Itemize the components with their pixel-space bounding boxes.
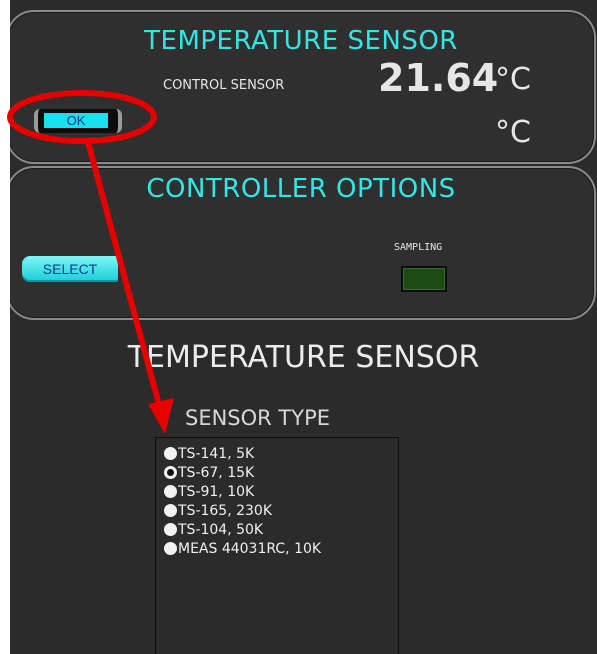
control-sensor-label: CONTROL SENSOR xyxy=(163,78,285,93)
sensor-option[interactable]: TS-165, 230K xyxy=(164,503,272,521)
secondary-unit: °C xyxy=(495,115,531,150)
sensor-option-label: TS-165, 230K xyxy=(178,503,273,519)
sensor-option[interactable]: TS-67, 15K xyxy=(164,465,254,483)
select-button[interactable]: SELECT xyxy=(22,256,118,282)
sensor-type-label: SENSOR TYPE xyxy=(185,406,331,430)
sensor-option[interactable]: TS-141, 5K xyxy=(164,446,254,464)
radio-icon xyxy=(164,523,177,536)
radio-icon xyxy=(164,504,177,517)
sampling-label: SAMPLING xyxy=(394,242,443,253)
sensor-option-label: TS-91, 10K xyxy=(178,484,255,500)
sensor-heading: TEMPERATURE SENSOR xyxy=(127,340,480,375)
sensor-option-label: TS-104, 50K xyxy=(178,522,264,538)
sensor-option-label: TS-141, 5K xyxy=(178,446,255,462)
sampling-indicator xyxy=(401,266,447,292)
hmi-screen: TEMPERATURE SENSOR CONTROL SENSOR 21.64 … xyxy=(10,0,597,654)
sensor-option[interactable]: TS-104, 50K xyxy=(164,522,263,540)
sensor-type-list: TS-141, 5K TS-67, 15K TS-91, 10K TS-165,… xyxy=(155,437,399,654)
sensor-option[interactable]: MEAS 44031RC, 10K xyxy=(164,541,321,559)
radio-selected-icon xyxy=(164,466,177,479)
panel-title: CONTROLLER OPTIONS xyxy=(146,174,456,204)
ok-button-label: OK xyxy=(44,113,108,128)
sensor-option-label: TS-67, 15K xyxy=(178,465,255,481)
sensor-option-label: MEAS 44031RC, 10K xyxy=(178,541,322,557)
sensor-option[interactable]: TS-91, 10K xyxy=(164,484,254,502)
panel-title: TEMPERATURE SENSOR xyxy=(144,26,458,56)
radio-icon xyxy=(164,542,177,555)
temperature-value: 21.64 xyxy=(378,56,499,100)
controller-options-panel: CONTROLLER OPTIONS SELECT SAMPLING xyxy=(10,166,596,320)
radio-icon xyxy=(164,447,177,460)
ok-button[interactable]: OK xyxy=(34,109,122,133)
radio-icon xyxy=(164,485,177,498)
temperature-unit: °C xyxy=(495,62,531,97)
temperature-sensor-panel: TEMPERATURE SENSOR CONTROL SENSOR 21.64 … xyxy=(10,10,596,164)
